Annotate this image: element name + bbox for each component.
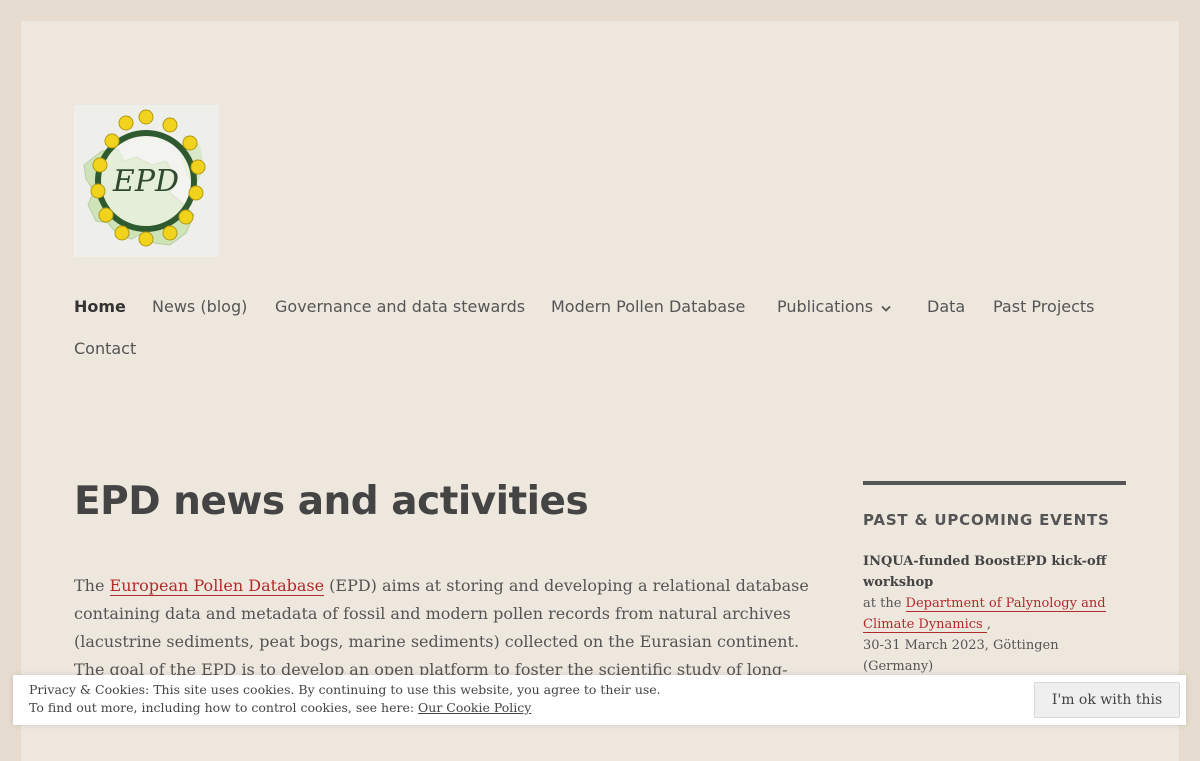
events-widget-title: PAST & UPCOMING EVENTS [863, 511, 1110, 529]
chevron-down-icon[interactable] [881, 287, 891, 329]
event-location: at the Department of Palynology and Clim… [863, 593, 1126, 635]
nav-item-data[interactable]: Data [927, 286, 965, 328]
nav-item-governance[interactable]: Governance and data stewards [275, 286, 525, 328]
cookie-text: Privacy & Cookies: This site uses cookie… [29, 681, 661, 717]
nav-item-modern-pollen-database[interactable]: Modern Pollen Database [551, 286, 745, 328]
cookie-line-2: To find out more, including how to contr… [29, 699, 661, 717]
nav-item-news[interactable]: News (blog) [152, 286, 247, 328]
page-title: EPD news and activities [74, 479, 589, 524]
accept-cookies-button[interactable]: I'm ok with this [1034, 682, 1180, 718]
event-item: INQUA-funded BoostEPD kick-off workshop … [863, 551, 1126, 677]
european-pollen-database-link[interactable]: European Pollen Database [109, 576, 325, 596]
svg-text:EPD: EPD [112, 164, 179, 199]
event-date: 30-31 March 2023, Göttingen (Germany) [863, 638, 1059, 674]
intro-prefix: The [74, 576, 110, 595]
nav-item-contact[interactable]: Contact [74, 328, 136, 370]
cookie-line-2-prefix: To find out more, including how to contr… [29, 700, 419, 715]
nav-item-past-projects[interactable]: Past Projects [993, 286, 1095, 328]
cookie-line-1: Privacy & Cookies: This site uses cookie… [29, 682, 661, 697]
sidebar: PAST & UPCOMING EVENTS INQUA-funded Boos… [863, 481, 1126, 677]
nav-item-publications[interactable]: Publications [777, 286, 891, 329]
event-title: INQUA-funded BoostEPD kick-off workshop [863, 554, 1107, 590]
event-at-suffix: , [986, 617, 991, 632]
site-container: EPD Home News (blog) Governance and data… [21, 21, 1179, 761]
site-logo[interactable]: EPD [74, 105, 219, 257]
logo-emblem: EPD [74, 105, 219, 257]
cookie-banner: Privacy & Cookies: This site uses cookie… [13, 675, 1186, 725]
sidebar-divider [863, 481, 1126, 485]
event-at-prefix: at the [863, 596, 906, 611]
nav-item-home[interactable]: Home [74, 286, 126, 328]
nav-item-publications-label: Publications [777, 297, 874, 316]
cookie-policy-link[interactable]: Our Cookie Policy [418, 700, 531, 715]
